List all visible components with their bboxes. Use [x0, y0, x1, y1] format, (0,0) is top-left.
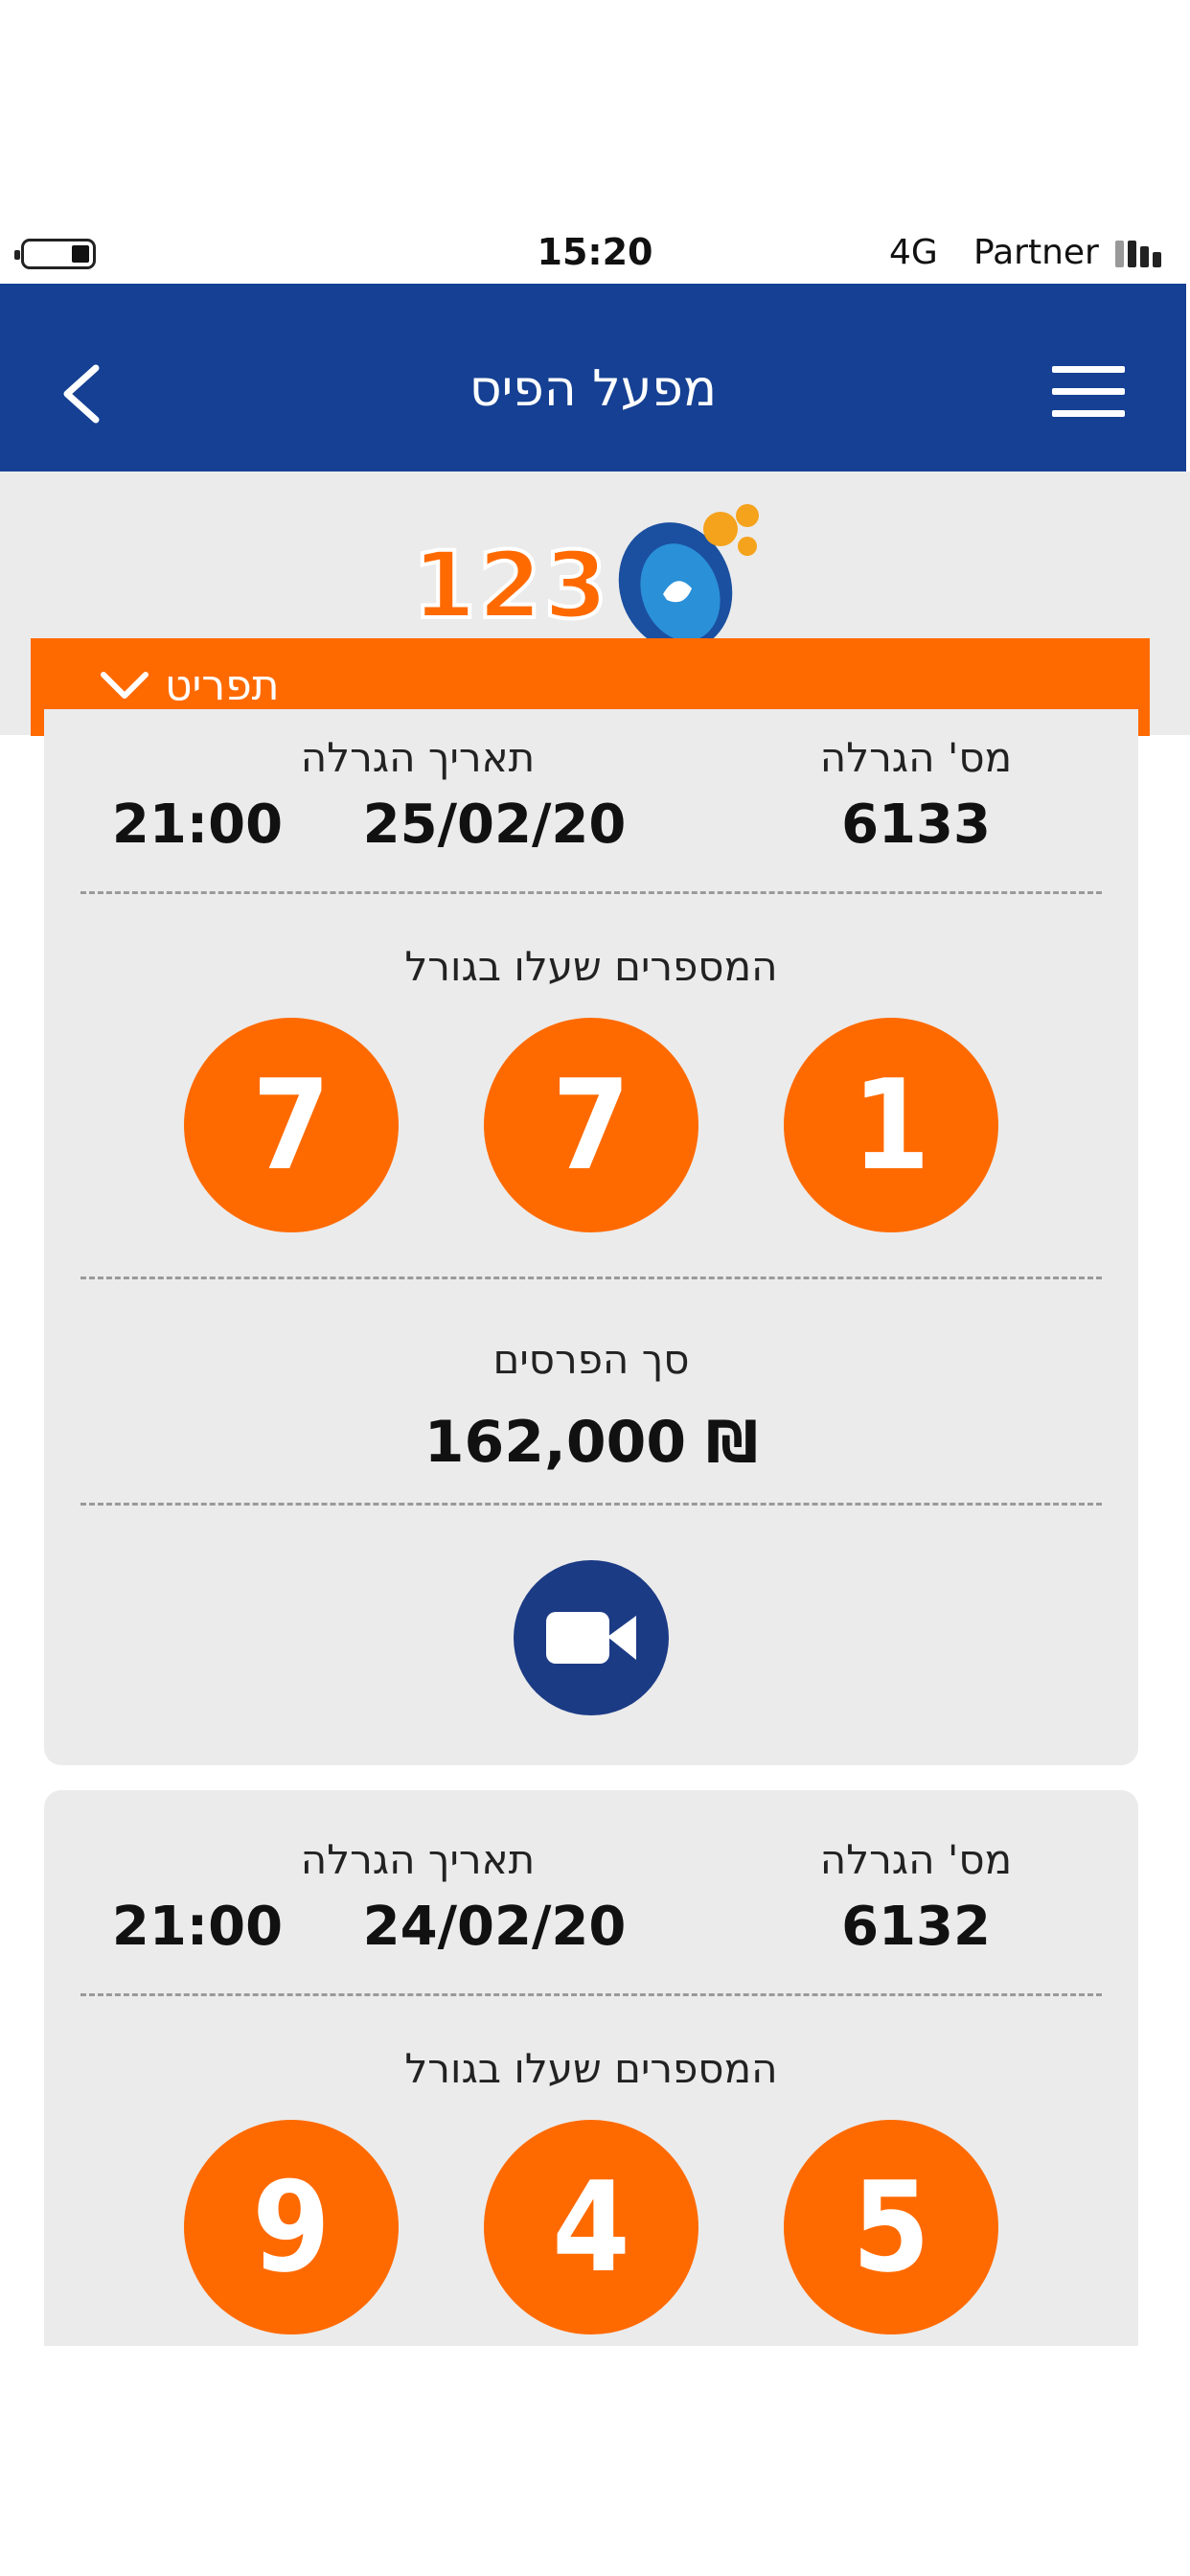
pais-logo-icon	[618, 504, 759, 651]
winning-numbers-label: המספרים שעלו בגורל	[404, 943, 778, 990]
chevron-down-icon	[101, 672, 149, 699]
divider	[80, 1276, 1102, 1279]
menu-button[interactable]	[1052, 366, 1125, 418]
app-logo: 123	[410, 498, 776, 661]
number-ball: 4	[484, 2120, 698, 2334]
draw-card: מס' הגרלה תאריך הגרלה 6132 24/02/20 21:0…	[44, 1790, 1138, 2346]
number-ball: 7	[184, 1018, 399, 1232]
draw-number: 6133	[841, 794, 991, 856]
signal-icon	[1115, 241, 1173, 267]
video-button[interactable]	[514, 1560, 669, 1715]
draw-time: 21:00	[111, 794, 284, 856]
total-prizes-value: 162,000 ₪	[423, 1409, 759, 1476]
divider	[80, 891, 1102, 894]
number-ball: 9	[184, 2120, 399, 2334]
draw-number-label: מס' הגרלה	[819, 734, 1013, 781]
draw-date: 25/02/20	[362, 794, 627, 856]
draw-card: מס' הגרלה תאריך הגרלה 6133 25/02/20 21:0…	[44, 709, 1138, 1765]
total-prizes-label: סך הפרסים	[492, 1336, 690, 1383]
draw-date-label: תאריך הגרלה	[300, 734, 536, 781]
winning-numbers-label: המספרים שעלו בגורל	[404, 2045, 778, 2092]
page-title: מפעל הפיס	[469, 360, 718, 418]
carrier-name: Partner	[973, 233, 1099, 272]
nav-bar: מפעל הפיס	[0, 284, 1186, 472]
logo-text: 123	[410, 530, 610, 641]
dropdown-label: תפריט	[165, 661, 280, 710]
network-type: 4G	[889, 233, 938, 272]
draw-number: 6132	[841, 1896, 991, 1958]
draw-number-label: מס' הגרלה	[819, 1836, 1013, 1883]
divider	[80, 1503, 1102, 1506]
status-bar: 15:20 4G Partner	[0, 225, 1190, 283]
draw-time: 21:00	[111, 1896, 284, 1958]
draw-date-label: תאריך הגרלה	[300, 1836, 536, 1883]
number-ball: 7	[484, 1018, 698, 1232]
draw-date: 24/02/20	[362, 1896, 627, 1958]
number-ball: 5	[784, 2120, 998, 2334]
video-camera-icon	[546, 1612, 636, 1664]
number-ball: 1	[784, 1018, 998, 1232]
divider	[80, 1993, 1102, 1996]
